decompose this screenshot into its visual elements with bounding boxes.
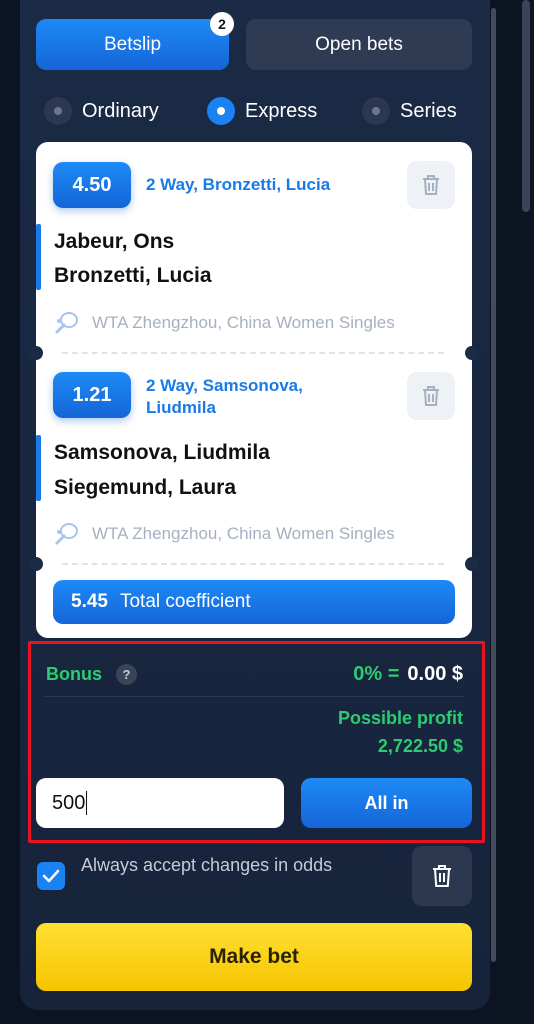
card-notch — [465, 346, 479, 360]
accept-changes-label: Always accept changes in odds — [81, 855, 333, 875]
tennis-icon — [55, 523, 78, 545]
trash-icon — [423, 175, 439, 195]
bet-market: 2 Way, Samsonova, Liudmila — [146, 375, 303, 419]
radio-ordinary[interactable]: Ordinary — [44, 92, 159, 130]
card-notch — [29, 557, 43, 571]
trash-icon — [423, 386, 439, 406]
bet-team-2: Siegemund, Laura — [54, 476, 237, 499]
checkmark-icon — [42, 869, 60, 883]
bonus-value: 0% = 0.00 $ — [353, 663, 463, 686]
radio-series[interactable]: Series — [362, 92, 457, 130]
all-in-button[interactable]: All in — [301, 778, 472, 828]
stake-input[interactable]: 500 — [36, 778, 284, 828]
remove-bet-button[interactable] — [407, 372, 455, 420]
bonus-label: Bonus — [46, 664, 102, 684]
bet-accent-bar — [36, 224, 41, 290]
radio-button-icon — [362, 97, 390, 125]
radio-express-label: Express — [245, 99, 318, 122]
bet-league: WTA Zhengzhou, China Women Singles — [92, 524, 395, 543]
bet-team-2: Bronzetti, Lucia — [54, 264, 212, 287]
page-scrollbar-thumb[interactable] — [522, 0, 530, 212]
radio-ordinary-label: Ordinary — [82, 99, 159, 122]
total-coefficient-label: Total coefficient — [119, 591, 251, 612]
bet-market-line1: 2 Way, Samsonova, — [146, 376, 303, 395]
bet-accent-bar — [36, 435, 41, 501]
remove-bet-button[interactable] — [407, 161, 455, 209]
tab-betslip[interactable]: Betslip — [36, 19, 229, 70]
radio-series-label: Series — [400, 99, 457, 122]
bet-team-1: Jabeur, Ons — [54, 230, 175, 253]
bonus-amount: 0.00 $ — [407, 663, 463, 685]
radio-express[interactable]: Express — [207, 92, 317, 130]
clear-betslip-button[interactable] — [412, 846, 472, 906]
radio-button-selected-icon — [207, 97, 235, 125]
make-bet-button[interactable]: Make bet — [36, 923, 472, 991]
total-coefficient-bar: 5.45 Total coefficient — [53, 580, 455, 624]
bet-market: 2 Way, Bronzetti, Lucia — [146, 175, 331, 194]
radio-button-icon — [44, 97, 72, 125]
bet-odds: 1.21 — [53, 372, 131, 418]
text-caret — [86, 791, 88, 815]
total-coefficient-value: 5.45 — [71, 591, 108, 612]
tab-betslip-label: Betslip — [103, 33, 162, 55]
betslip-count-badge: 2 — [210, 12, 234, 36]
bet-type-selector: Ordinary Express Series — [44, 92, 474, 130]
trash-icon — [433, 865, 451, 887]
bet-market-line2: Liudmila — [146, 398, 216, 417]
stake-input-value: 500 — [52, 791, 86, 814]
tennis-icon — [55, 312, 78, 334]
bet-divider — [62, 563, 444, 565]
bonus-percent: 0% = — [353, 663, 400, 685]
bet-divider — [62, 352, 444, 354]
tab-open-bets-label: Open bets — [315, 33, 403, 55]
bet-team-1: Samsonova, Liudmila — [54, 441, 270, 464]
bet-league: WTA Zhengzhou, China Women Singles — [92, 313, 395, 332]
betslip-scrollbar[interactable] — [491, 8, 496, 962]
accept-changes-checkbox[interactable] — [37, 862, 65, 890]
possible-profit-value: 2,722.50 $ — [377, 736, 463, 756]
card-notch — [29, 346, 43, 360]
help-icon[interactable]: ? — [116, 664, 137, 685]
possible-profit-label: Possible profit — [337, 708, 463, 728]
bet-odds: 4.50 — [53, 162, 131, 208]
divider — [44, 696, 464, 697]
tab-open-bets[interactable]: Open bets — [246, 19, 472, 70]
card-notch — [465, 557, 479, 571]
